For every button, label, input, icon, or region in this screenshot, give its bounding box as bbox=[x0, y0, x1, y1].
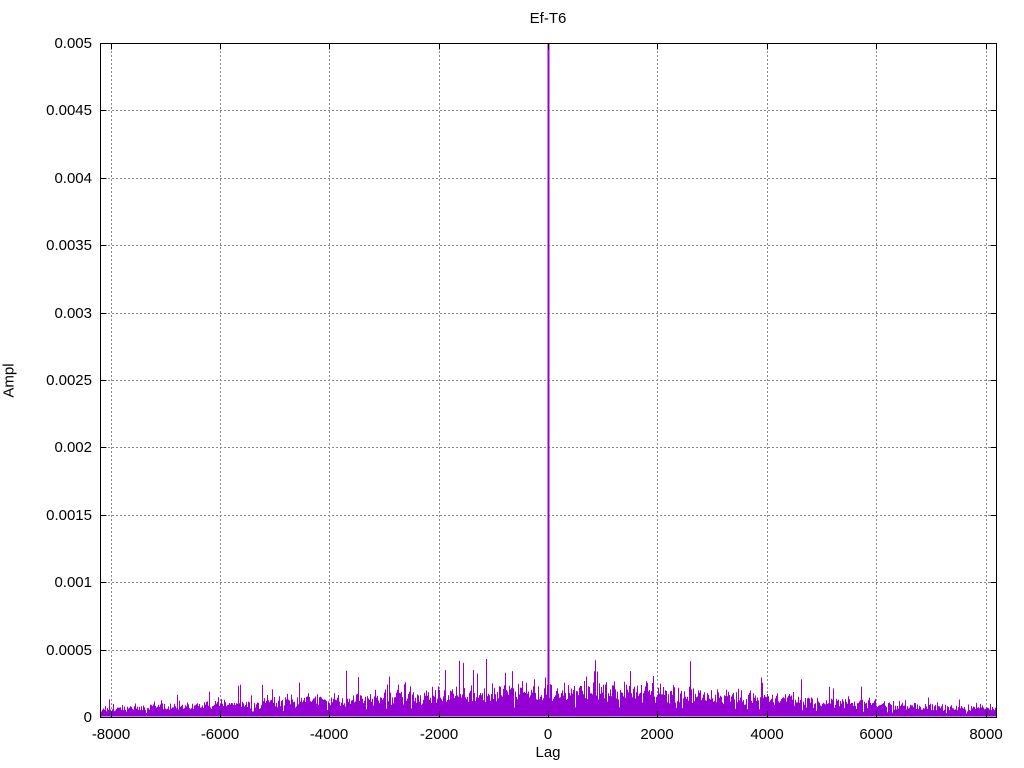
svg-text:0.0035: 0.0035 bbox=[46, 237, 92, 254]
svg-text:4000: 4000 bbox=[750, 726, 783, 743]
svg-text:-4000: -4000 bbox=[310, 726, 348, 743]
svg-text:0.0025: 0.0025 bbox=[46, 372, 92, 389]
x-tick-labels: -8000 -6000 -4000 -2000 0 2000 4000 6000 8000 bbox=[92, 726, 1003, 743]
y-tick-labels: 0 0.0005 0.001 0.0015 0.002 0.0025 0.003 0.0035… bbox=[46, 35, 92, 726]
svg-text:-8000: -8000 bbox=[92, 726, 130, 743]
svg-text:-2000: -2000 bbox=[420, 726, 458, 743]
svg-text:0: 0 bbox=[544, 726, 552, 743]
svg-text:0.002: 0.002 bbox=[54, 439, 92, 456]
svg-text:0.0045: 0.0045 bbox=[46, 102, 92, 119]
svg-text:0.005: 0.005 bbox=[54, 35, 92, 52]
svg-text:0.004: 0.004 bbox=[54, 170, 92, 187]
plot-svg: -8000-6000-4000-200002000400060008000 00… bbox=[0, 0, 1024, 768]
svg-text:0.0005: 0.0005 bbox=[46, 642, 92, 659]
svg-text:8000: 8000 bbox=[969, 726, 1002, 743]
svg-text:6000: 6000 bbox=[859, 726, 892, 743]
chart-canvas: Ef-T6 Ampl Lag -8000-6000-4000-200002000… bbox=[0, 0, 1024, 768]
svg-text:0.003: 0.003 bbox=[54, 305, 92, 322]
svg-text:0.001: 0.001 bbox=[54, 574, 92, 591]
svg-text:0.0015: 0.0015 bbox=[46, 507, 92, 524]
svg-text:0: 0 bbox=[84, 709, 92, 726]
svg-text:-6000: -6000 bbox=[201, 726, 239, 743]
svg-text:2000: 2000 bbox=[640, 726, 673, 743]
